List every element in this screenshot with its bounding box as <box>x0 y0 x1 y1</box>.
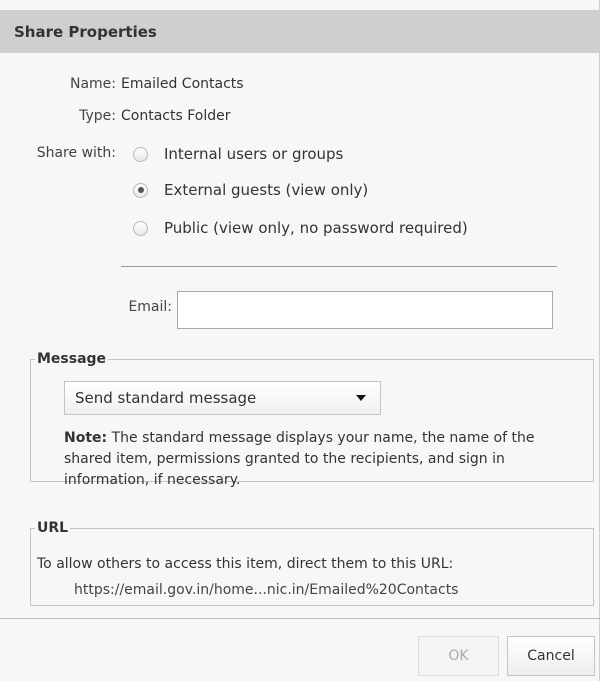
name-value: Emailed Contacts <box>121 76 244 92</box>
type-value: Contacts Folder <box>121 108 231 124</box>
chevron-down-icon <box>356 395 366 401</box>
type-label: Type: <box>79 108 116 124</box>
message-note: Note: The standard message displays your… <box>64 428 584 491</box>
note-label: Note: <box>64 430 108 446</box>
footer-divider <box>0 618 600 619</box>
radio-dot-icon <box>137 187 144 193</box>
share-option-public[interactable]: Public (view only, no password required) <box>133 219 468 237</box>
divider <box>121 266 557 267</box>
name-label: Name: <box>69 76 116 92</box>
email-label: Email: <box>128 299 172 315</box>
url-legend: URL <box>37 520 69 536</box>
url-intro-text: To allow others to access this item, dir… <box>37 556 454 572</box>
email-field[interactable] <box>177 291 553 329</box>
message-type-value: Send standard message <box>75 389 257 407</box>
radio-button[interactable] <box>133 146 148 162</box>
share-with-label: Share with: <box>36 145 116 161</box>
share-option-external[interactable]: External guests (view only) <box>133 181 368 199</box>
dialog-title: Share Properties <box>14 22 157 41</box>
share-option-internal[interactable]: Internal users or groups <box>133 145 343 163</box>
share-option-label: Public (view only, no password required) <box>164 219 468 237</box>
share-url[interactable]: https://email.gov.in/home...nic.in/Email… <box>74 582 458 598</box>
share-properties-dialog: Share Properties Name: Emailed Contacts … <box>0 0 600 681</box>
message-type-select[interactable]: Send standard message <box>64 381 381 415</box>
dialog-title-bar[interactable]: Share Properties <box>0 10 600 53</box>
cancel-button[interactable]: Cancel <box>507 636 595 676</box>
note-text: The standard message displays your name,… <box>64 430 535 488</box>
ok-button[interactable]: OK <box>418 636 499 676</box>
share-option-label: Internal users or groups <box>164 145 344 163</box>
radio-button[interactable] <box>133 220 148 236</box>
share-option-label: External guests (view only) <box>164 181 369 199</box>
message-legend: Message <box>37 351 107 367</box>
radio-button-selected[interactable] <box>133 182 148 198</box>
